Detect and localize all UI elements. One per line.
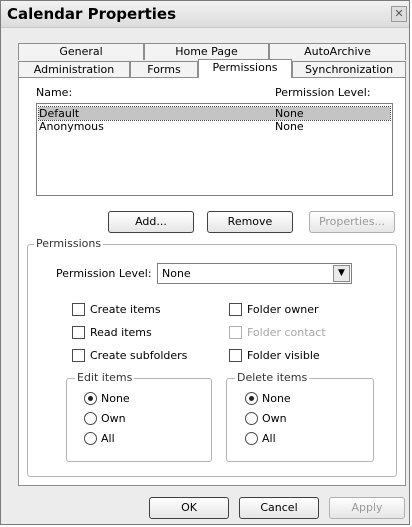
permissions-list[interactable]: Default None Anonymous None <box>36 103 393 196</box>
folder-contact-label: Folder contact <box>247 326 326 339</box>
radio-label: None <box>262 392 291 405</box>
radio-label: All <box>262 432 276 445</box>
radio-label: None <box>101 392 130 405</box>
create-subfolders-label: Create subfolders <box>90 349 188 362</box>
add-button[interactable]: Add... <box>108 211 194 233</box>
tab-synchronization[interactable]: Synchronization <box>292 61 406 78</box>
tab-autoarchive[interactable]: AutoArchive <box>269 43 406 60</box>
tab-row-back: General Home Page AutoArchive <box>18 43 406 60</box>
list-item-level: None <box>275 120 304 133</box>
tab-home-page[interactable]: Home Page <box>144 43 269 60</box>
radio-label: All <box>101 432 115 445</box>
tab-forms[interactable]: Forms <box>130 61 198 78</box>
tab-permissions[interactable]: Permissions <box>198 59 292 78</box>
radio-circle[interactable] <box>245 392 258 405</box>
radio-circle[interactable] <box>245 432 258 445</box>
checkbox-box[interactable] <box>229 349 242 362</box>
properties-dialog: Calendar Properties ✕ General Home Page … <box>0 0 410 525</box>
properties-button[interactable]: Properties... <box>309 211 395 233</box>
list-item-level: None <box>275 107 304 120</box>
apply-button[interactable]: Apply <box>329 497 405 519</box>
radio-circle[interactable] <box>84 432 97 445</box>
tab-administration[interactable]: Administration <box>18 61 130 78</box>
window-title: Calendar Properties <box>7 5 177 23</box>
list-item[interactable]: Anonymous None <box>39 120 390 133</box>
chevron-down-icon[interactable]: ▼ <box>333 265 350 282</box>
radio-circle[interactable] <box>84 392 97 405</box>
tab-general[interactable]: General <box>18 43 144 60</box>
list-item[interactable]: Default None <box>38 106 391 121</box>
read-items-label: Read items <box>90 326 152 339</box>
radio-label: Own <box>262 412 287 425</box>
remove-button[interactable]: Remove <box>207 211 293 233</box>
ok-button[interactable]: OK <box>149 497 229 519</box>
radio-selected-dot <box>249 396 254 401</box>
list-item-name: Anonymous <box>39 120 104 133</box>
delete-items-group: Delete items None Own All <box>226 371 374 462</box>
permissions-group-label: Permissions <box>34 237 104 250</box>
permission-level-value: None <box>162 267 191 280</box>
radio-circle[interactable] <box>84 412 97 425</box>
name-header: Name: <box>36 86 73 99</box>
permission-level-select[interactable]: None ▼ <box>157 263 352 284</box>
checkbox-box[interactable] <box>229 303 242 316</box>
permissions-panel: Name: Permission Level: Default None Ano… <box>18 77 406 486</box>
cancel-button[interactable]: Cancel <box>239 497 319 519</box>
permission-level-label: Permission Level: <box>56 267 152 280</box>
radio-label: Own <box>101 412 126 425</box>
permissions-group: Permissions Permission Level: None ▼ Cre… <box>27 237 397 477</box>
checkbox-box[interactable] <box>72 349 85 362</box>
checkbox-box[interactable] <box>72 326 85 339</box>
edit-items-label: Edit items <box>75 371 135 384</box>
delete-items-label: Delete items <box>235 371 310 384</box>
permission-level-header: Permission Level: <box>275 86 371 99</box>
radio-selected-dot <box>88 396 93 401</box>
folder-owner-label: Folder owner <box>247 303 319 316</box>
title-bar: Calendar Properties ✕ <box>1 1 409 28</box>
close-icon[interactable]: ✕ <box>391 6 407 22</box>
edit-items-group: Edit items None Own All <box>66 371 212 462</box>
list-item-name: Default <box>39 107 80 120</box>
folder-visible-label: Folder visible <box>247 349 320 362</box>
checkbox-box[interactable] <box>72 303 85 316</box>
create-items-label: Create items <box>90 303 161 316</box>
checkbox-box[interactable] <box>229 326 242 339</box>
radio-circle[interactable] <box>245 412 258 425</box>
tab-row-front: Administration Forms Permissions Synchro… <box>18 59 406 78</box>
